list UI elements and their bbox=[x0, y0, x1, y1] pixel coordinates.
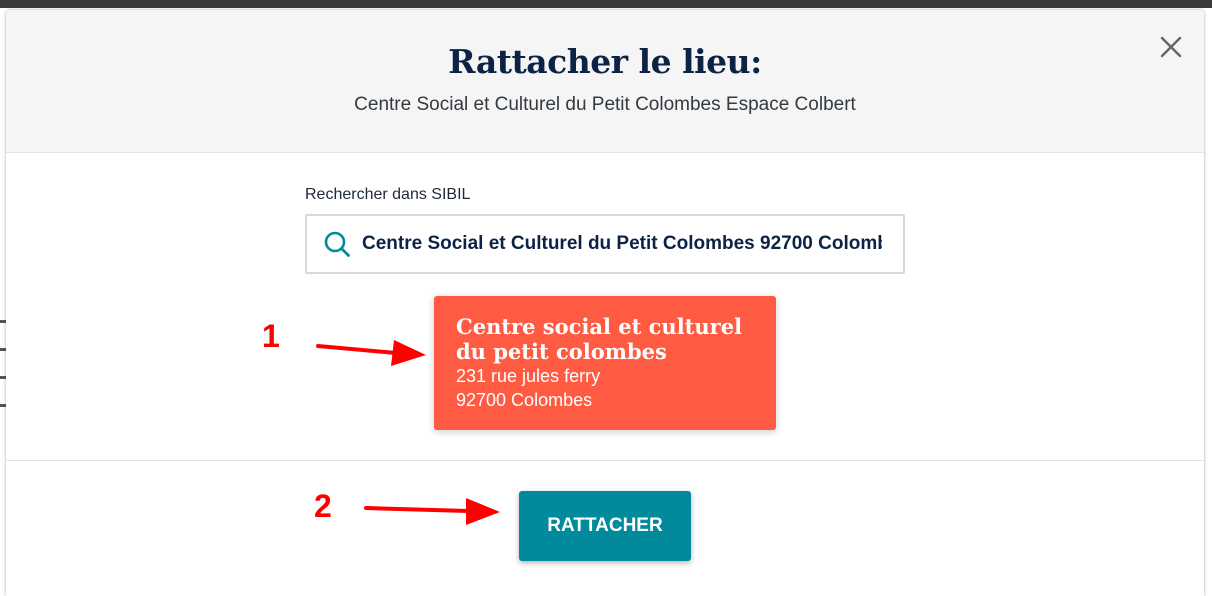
annotation-step-1: 1 bbox=[262, 318, 280, 354]
search-label: Rechercher dans SIBIL bbox=[305, 186, 471, 203]
attach-button[interactable]: RATTACHER bbox=[519, 491, 691, 561]
result-street: 231 rue jules ferry bbox=[456, 366, 601, 386]
search-field[interactable] bbox=[305, 214, 905, 274]
result-city: 92700 Colombes bbox=[456, 390, 593, 410]
annotation-arrow-1 bbox=[316, 340, 426, 366]
attach-place-modal: Rattacher le lieu: Centre Social et Cult… bbox=[6, 10, 1204, 596]
search-result-card[interactable]: Centre social et culturel du petit colom… bbox=[434, 296, 776, 430]
close-icon bbox=[1160, 36, 1182, 58]
result-name: Centre social et culturel du petit colom… bbox=[456, 314, 743, 364]
modal-subtitle: Centre Social et Culturel du Petit Colom… bbox=[354, 94, 856, 115]
search-input[interactable] bbox=[362, 216, 882, 272]
search-icon bbox=[324, 231, 350, 257]
close-button[interactable] bbox=[1156, 32, 1186, 62]
modal-header: Rattacher le lieu: Centre Social et Cult… bbox=[6, 10, 1204, 153]
footer-divider bbox=[6, 460, 1204, 461]
modal-title: Rattacher le lieu: bbox=[448, 42, 762, 81]
annotation-arrow-2 bbox=[364, 498, 500, 525]
annotation-step-2: 2 bbox=[314, 488, 332, 524]
